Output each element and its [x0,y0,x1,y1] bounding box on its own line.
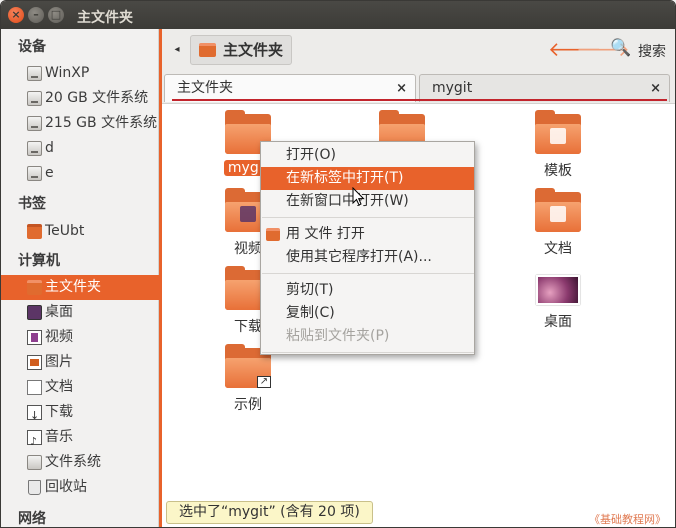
sidebar-item-winxp[interactable]: WinXP [1,61,159,86]
breadcrumb-label: 主文件夹 [223,41,284,59]
drive-icon [27,91,42,106]
search-button[interactable]: 搜索 [638,41,666,61]
documents-folder-icon [535,188,581,232]
close-icon[interactable]: × [650,75,661,102]
file-label: 模板 [544,163,572,179]
sidebar-item-e[interactable]: e [1,161,159,186]
title-bar: × – □ 主文件夹 [1,1,675,29]
search-icon[interactable]: 🔍 [610,38,631,58]
sidebar-item-downloads[interactable]: 下载 [1,400,159,428]
sidebar-item-filesystem[interactable]: 文件系统 [1,450,159,475]
sidebar-item-label: 下载 [45,404,73,420]
tab-bar: 主文件夹 × mygit × [162,71,675,103]
mouse-cursor-icon [352,187,365,206]
menu-separator [262,217,474,218]
sidebar-item-label: e [45,165,54,181]
drive-icon [27,141,42,156]
sidebar-item-label: d [45,140,54,156]
sidebar-item-music[interactable]: 音乐 [1,425,159,454]
sidebar-item-20gb-filesystem[interactable]: 20 GB 文件系统 [1,86,159,111]
sidebar-item-215gb-filesystem[interactable]: 215 GB 文件系统 [1,111,159,136]
file-item-desktop[interactable]: 桌面 [513,270,603,331]
status-bar: 选中了“mygit” (含有 20 项) [166,501,373,524]
menu-item-cut[interactable]: 剪切(T) [261,279,474,302]
sidebar-item-desktop[interactable]: 桌面 [1,300,159,325]
filesystem-icon [27,455,42,470]
tab-mygit[interactable]: mygit × [419,74,670,102]
sidebar-item-label: 图片 [45,354,73,370]
sidebar-item-label: 主文件夹 [45,279,101,295]
sidebar-item-videos[interactable]: 视频 [1,325,159,350]
menu-item-open-in-new-window[interactable]: 在新窗口中打开(W) [261,190,474,213]
window-maximize-button[interactable]: □ [48,7,64,23]
drive-icon [27,166,42,181]
desktop-icon [27,305,42,320]
desktop-thumbnail [536,275,580,305]
picture-icon [27,355,42,370]
sidebar-item-trash[interactable]: 回收站 [1,475,159,500]
window-title: 主文件夹 [77,10,133,26]
tab-underline [172,99,667,101]
sidebar-item-label: 视频 [45,329,73,345]
sidebar-group-bookmarks: 书签 [18,196,46,212]
download-icon [27,403,42,428]
menu-item-paste-into-folder: 粘贴到文件夹(P) [286,328,390,344]
menu-item-open[interactable]: 打开(O) [261,144,474,167]
home-folder-icon [27,280,42,295]
window-minimize-button[interactable]: – [28,7,44,23]
templates-folder-icon [535,110,581,154]
sidebar: 设备 WinXP 20 GB 文件系统 215 GB 文件系统 d e 书签 T… [1,29,159,527]
sidebar-group-computer: 计算机 [18,253,60,269]
menu-item-label: 用 文件 打开 [286,226,365,242]
menu-item-copy[interactable]: 复制(C) [261,302,474,325]
drive-icon [27,116,42,131]
sidebar-item-label: 文件系统 [45,454,101,470]
location-breadcrumb[interactable]: 主文件夹 [190,35,293,65]
sidebar-item-documents[interactable]: 文档 [1,375,159,400]
close-icon[interactable]: × [396,75,407,102]
file-label: 示例 [234,397,262,413]
tab-label: 主文件夹 [177,80,233,96]
sidebar-item-label: TeUbt [45,223,85,239]
files-app-icon [266,228,280,241]
file-label: 桌面 [544,314,572,330]
sidebar-item-label: 音乐 [45,429,73,445]
drive-icon [27,66,42,81]
menu-separator [262,352,474,353]
menu-separator [262,273,474,274]
sidebar-item-home[interactable]: 主文件夹 [1,275,159,300]
video-icon [27,330,42,345]
sidebar-item-label: 桌面 [45,304,73,320]
sidebar-group-devices: 设备 [18,39,46,55]
tab-label: mygit [432,80,473,96]
home-folder-icon [199,43,216,57]
trash-icon [28,480,41,495]
file-item-examples[interactable]: ↗ 示例 [203,344,293,414]
menu-item-open-with-other[interactable]: 使用其它程序打开(A)... [261,246,474,269]
sidebar-group-network: 网络 [18,511,46,527]
file-manager-window: × – □ 主文件夹 设备 WinXP 20 GB 文件系统 215 GB 文件… [0,0,676,528]
music-icon [27,429,42,454]
sidebar-item-teubt[interactable]: TeUbt [1,219,159,244]
tab-home[interactable]: 主文件夹 × [164,74,416,102]
context-menu: 打开(O) 在新标签中打开(T) 在新窗口中打开(W) 用 文件 打开 使用其它… [260,141,475,355]
sidebar-item-d[interactable]: d [1,136,159,161]
sidebar-item-label: 回收站 [45,479,87,495]
file-label: 文档 [544,241,572,257]
menu-item-open-with-files[interactable]: 用 文件 打开 [261,223,474,246]
document-icon [27,380,42,395]
window-close-button[interactable]: × [8,7,24,23]
history-back-icon[interactable]: ◂ [168,39,186,61]
sidebar-item-label: WinXP [45,65,90,81]
sidebar-item-label: 215 GB 文件系统 [45,115,158,131]
file-item-templates[interactable]: 模板 [513,110,603,180]
menu-item-open-in-new-tab[interactable]: 在新标签中打开(T) [261,167,474,190]
toolbar: ◂ 主文件夹 🡐 🡒 🔍 搜索 [162,29,675,71]
folder-icon [27,224,42,239]
sidebar-item-pictures[interactable]: 图片 [1,350,159,375]
file-item-documents[interactable]: 文档 [513,188,603,258]
sidebar-item-label: 文档 [45,379,73,395]
sidebar-item-label: 20 GB 文件系统 [45,90,149,106]
watermark: 《基础教程网》 [589,513,666,526]
